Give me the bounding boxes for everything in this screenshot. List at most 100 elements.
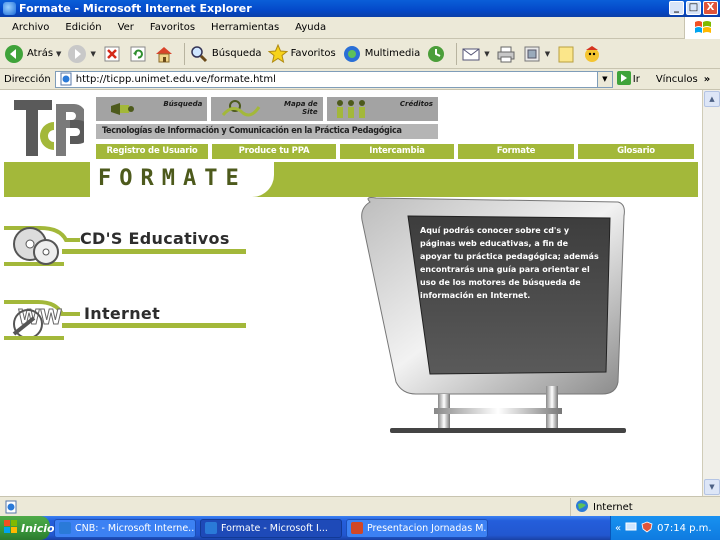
megaphone-icon: [111, 103, 134, 115]
menu-bar: Archivo Edición Ver Favoritos Herramient…: [0, 17, 720, 39]
notes-button[interactable]: [556, 42, 576, 66]
ie-icon: [59, 522, 71, 534]
task-label: Presentacion Jornadas M...: [367, 522, 488, 534]
cds-title[interactable]: CD'S Educativos: [80, 229, 230, 248]
banner-title: FORMATE: [98, 166, 247, 191]
header-links: Búsqueda Mapa de Site Créditos: [96, 97, 438, 121]
menu-ver[interactable]: Ver: [110, 22, 142, 33]
history-button[interactable]: [426, 42, 446, 66]
busqueda-link[interactable]: Búsqueda: [96, 97, 208, 121]
site-tagline: Tecnologías de Información y Comunicació…: [96, 124, 438, 139]
printer-icon: [496, 44, 516, 64]
refresh-icon: [128, 44, 148, 64]
toolbar-separator: [456, 42, 458, 65]
stop-button[interactable]: [102, 42, 122, 66]
edit-page-icon: [522, 44, 542, 64]
nav-produce[interactable]: Produce tu PPA: [212, 144, 336, 159]
search-icon: [189, 44, 209, 64]
creditos-label: Créditos: [399, 100, 433, 108]
address-bar: Dirección ▼ Ir Vínculos »: [0, 69, 720, 90]
edit-button[interactable]: ▼: [522, 42, 550, 66]
address-dropdown-icon[interactable]: ▼: [596, 71, 612, 87]
back-arrow-icon: [4, 44, 24, 64]
menu-edicion[interactable]: Edición: [57, 22, 109, 33]
back-button[interactable]: Atrás ▼: [4, 42, 61, 66]
toolbar-separator: [183, 42, 185, 65]
monitor-description: Aquí podrás conocer sobre cd's y páginas…: [420, 226, 599, 300]
multimedia-label: Multimedia: [364, 48, 421, 59]
people-icon: [336, 100, 365, 118]
go-label: Ir: [632, 73, 640, 85]
favorites-button[interactable]: Favoritos: [267, 42, 336, 66]
ticpp-logo[interactable]: [14, 100, 90, 158]
links-label[interactable]: Vínculos: [656, 74, 698, 85]
windows-flag-icon: [4, 519, 18, 537]
page-viewport: Búsqueda Mapa de Site Créditos Tecnologí…: [0, 90, 702, 496]
multimedia-button[interactable]: Multimedia: [342, 42, 421, 66]
refresh-button[interactable]: [128, 42, 148, 66]
start-button[interactable]: Inicio: [0, 516, 55, 540]
home-icon: [154, 44, 174, 64]
mail-button[interactable]: ▼: [461, 42, 490, 66]
title-bar: Formate - Microsoft Internet Explorer _ …: [0, 0, 720, 17]
star-icon: [267, 43, 288, 64]
back-dropdown-icon[interactable]: ▼: [56, 50, 61, 58]
search-button[interactable]: Búsqueda: [189, 42, 262, 66]
scroll-down-icon[interactable]: ▼: [704, 479, 720, 495]
clock[interactable]: 07:14 p.m.: [657, 523, 711, 534]
mapa-link[interactable]: Mapa de Site: [211, 97, 323, 121]
menu-favoritos[interactable]: Favoritos: [142, 22, 203, 33]
creditos-link[interactable]: Créditos: [326, 97, 438, 121]
home-button[interactable]: [154, 42, 174, 66]
task-label: Formate - Microsoft I...: [221, 522, 328, 534]
nav-formate[interactable]: Formate: [458, 144, 574, 159]
messenger-button[interactable]: [582, 42, 602, 66]
busqueda-label: Búsqueda: [163, 100, 203, 108]
scroll-up-icon[interactable]: ▲: [704, 91, 720, 107]
search-label: Búsqueda: [211, 48, 262, 59]
forward-button[interactable]: ▼: [67, 42, 96, 66]
security-shield-icon[interactable]: [641, 521, 653, 536]
print-button[interactable]: [496, 42, 516, 66]
site-nav: Registro de Usuario Produce tu PPA Inter…: [96, 144, 698, 159]
windows-logo-icon: [684, 17, 720, 39]
maximize-button[interactable]: □: [686, 1, 701, 15]
network-icon[interactable]: [625, 521, 637, 536]
task-presentacion[interactable]: Presentacion Jornadas M...: [346, 518, 488, 538]
close-button[interactable]: X: [703, 1, 718, 15]
task-cnb[interactable]: CNB: - Microsoft Interne...: [54, 518, 196, 538]
back-label: Atrás: [27, 48, 54, 59]
page-status-icon: [4, 500, 18, 517]
system-tray: « 07:14 p.m.: [610, 516, 720, 540]
nav-glosario[interactable]: Glosario: [578, 144, 694, 159]
minimize-button[interactable]: _: [669, 1, 684, 15]
nav-registro[interactable]: Registro de Usuario: [96, 144, 208, 159]
vertical-scrollbar[interactable]: ▲ ▼: [702, 90, 720, 496]
media-icon: [342, 44, 362, 64]
mapa-label: Mapa de Site: [284, 100, 318, 116]
url-input[interactable]: [75, 73, 596, 85]
forward-dropdown-icon[interactable]: ▼: [90, 50, 95, 58]
address-field[interactable]: ▼: [54, 70, 613, 88]
www-icon: WW: [4, 300, 80, 340]
mail-dropdown-icon[interactable]: ▼: [484, 50, 489, 58]
internet-title[interactable]: Internet: [84, 304, 160, 323]
address-label: Dirección: [4, 73, 51, 85]
stop-icon: [102, 44, 122, 64]
task-formate[interactable]: Formate - Microsoft I...: [200, 518, 342, 538]
history-icon: [426, 44, 446, 64]
cd-icon: [4, 226, 80, 266]
nav-intercambia[interactable]: Intercambia: [340, 144, 454, 159]
menu-archivo[interactable]: Archivo: [4, 22, 57, 33]
internet-underline: [62, 323, 246, 328]
messenger-icon: [582, 44, 602, 64]
tray-expand-icon[interactable]: «: [615, 523, 621, 534]
note-icon: [556, 44, 576, 64]
edit-dropdown-icon[interactable]: ▼: [545, 50, 550, 58]
go-button[interactable]: Ir: [616, 70, 640, 88]
links-chevron-icon[interactable]: »: [704, 74, 710, 85]
menu-herramientas[interactable]: Herramientas: [203, 22, 287, 33]
taskbar: Inicio CNB: - Microsoft Interne... Forma…: [0, 516, 720, 540]
menu-ayuda[interactable]: Ayuda: [287, 22, 334, 33]
cds-underline: [62, 249, 246, 254]
